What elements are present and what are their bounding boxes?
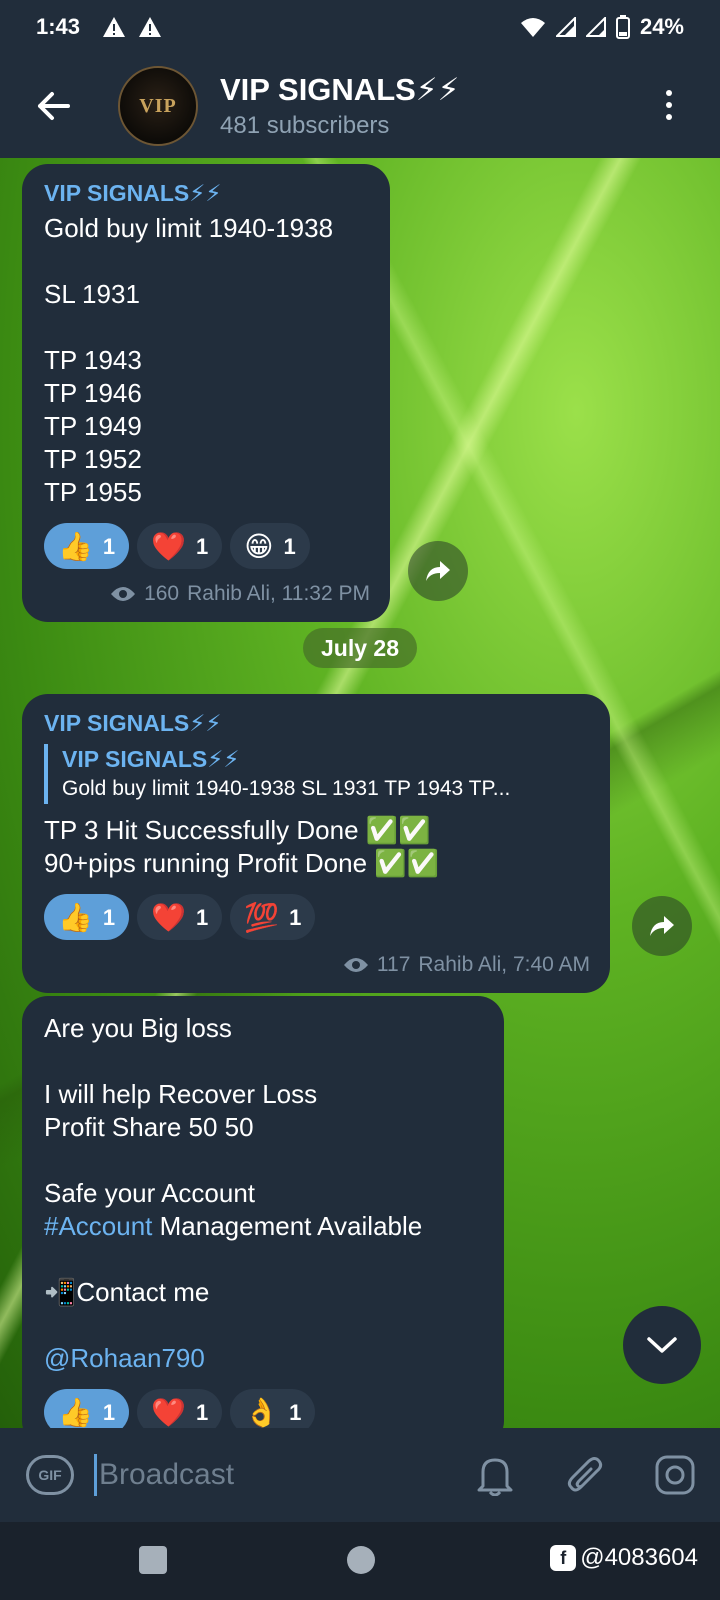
message-input[interactable]: Broadcast	[99, 1458, 234, 1492]
message-footer: Rahib Ali, 11:32 PM	[187, 582, 370, 605]
share-button[interactable]	[408, 541, 468, 601]
chat-area[interactable]: VIP SIGNALS⚡⚡ Gold buy limit 1940-1938 S…	[0, 158, 720, 1428]
message-line: Profit Share 50 50	[44, 1112, 254, 1142]
message-sender: VIP SIGNALS⚡⚡	[44, 710, 222, 736]
share-arrow-icon	[650, 916, 674, 936]
recents-button[interactable]	[139, 1546, 167, 1574]
message-line: I will help Recover Loss	[44, 1079, 318, 1109]
message-line: Safe your Account	[44, 1178, 256, 1208]
signal-icon	[555, 17, 576, 37]
quote-sender: VIP SIGNALS⚡⚡	[62, 746, 240, 772]
reaction-ok-hand[interactable]: 👌 1	[230, 1389, 316, 1428]
status-bar: 1:43 24%	[0, 0, 720, 54]
signal-icon	[585, 17, 606, 37]
message-text: Gold buy limit 1940-1938 SL 1931 TP 1943…	[44, 213, 334, 507]
view-count: 160	[144, 582, 180, 605]
facebook-icon: f	[550, 1545, 577, 1571]
message-footer: Rahib Ali, 7:40 AM	[418, 953, 590, 976]
bell-icon	[477, 1458, 513, 1496]
reaction-thumbs-up[interactable]: 👍 1	[44, 1389, 130, 1428]
message-line: 📲Contact me	[44, 1277, 210, 1307]
reactions: 👍 1 ❤️ 1 😁 1	[44, 523, 370, 569]
gif-icon[interactable]: GIF	[26, 1455, 74, 1495]
watermark: f @4083604	[550, 1544, 698, 1572]
reaction-heart[interactable]: ❤️ 1	[137, 894, 223, 940]
avatar-logo: VIP	[139, 94, 177, 117]
chat-header: VIP VIP SIGNALS⚡⚡ 481 subscribers	[0, 54, 720, 158]
message-bubble[interactable]: VIP SIGNALS⚡⚡ VIP SIGNALS⚡⚡ Gold buy lim…	[22, 694, 610, 993]
share-button[interactable]	[632, 896, 692, 956]
back-button[interactable]	[18, 71, 88, 141]
message-meta: 117 Rahib Ali, 7:40 AM	[44, 948, 590, 981]
eye-icon	[111, 586, 136, 601]
reaction-grin[interactable]: 😁 1	[230, 523, 310, 569]
chevron-down-icon	[647, 1337, 677, 1353]
warning-icon	[139, 17, 162, 37]
mute-button[interactable]	[470, 1450, 520, 1500]
home-button[interactable]	[347, 1546, 375, 1574]
eye-icon	[343, 957, 368, 972]
back-arrow-icon	[38, 92, 70, 120]
scroll-down-button[interactable]	[623, 1306, 701, 1384]
message-line: Are you Big loss	[44, 1013, 232, 1043]
warning-icons	[102, 16, 162, 38]
reaction-thumbs-up[interactable]: 👍 1	[44, 894, 130, 940]
reactions: 👍 1 ❤️ 1 💯 1	[44, 894, 590, 940]
hashtag-link[interactable]: #Account	[44, 1211, 152, 1241]
reaction-thumbs-up[interactable]: 👍 1	[44, 523, 130, 569]
camera-button[interactable]	[650, 1450, 700, 1500]
message-sender: VIP SIGNALS⚡⚡	[44, 180, 222, 206]
status-time: 1:43	[36, 14, 81, 39]
message-line: #Account Management Available	[44, 1211, 423, 1241]
camera-icon	[655, 1455, 695, 1495]
message-meta: 160 Rahib Ali, 11:32 PM	[44, 577, 370, 610]
reaction-heart[interactable]: ❤️ 1	[137, 1389, 223, 1428]
channel-info[interactable]: VIP SIGNALS⚡⚡ 481 subscribers	[220, 72, 459, 140]
attach-button[interactable]	[560, 1450, 610, 1500]
battery-level: 24%	[639, 14, 684, 39]
reaction-heart[interactable]: ❤️ 1	[137, 523, 223, 569]
message-bubble[interactable]: VIP SIGNALS⚡⚡ Gold buy limit 1940-1938 S…	[22, 164, 390, 622]
channel-title: VIP SIGNALS⚡⚡	[220, 72, 460, 107]
paperclip-icon	[567, 1457, 603, 1492]
reaction-hundred[interactable]: 💯 1	[230, 894, 316, 940]
input-bar: GIF Broadcast	[0, 1428, 720, 1522]
reply-quote[interactable]: VIP SIGNALS⚡⚡ Gold buy limit 1940-1938 S…	[44, 744, 590, 804]
text-caret	[94, 1454, 97, 1496]
message-text: TP 3 Hit Successfully Done ✅✅ 90+pips ru…	[44, 815, 440, 878]
battery-icon	[615, 15, 630, 39]
system-nav-bar: f @4083604	[0, 1522, 720, 1600]
more-vert-icon[interactable]	[664, 90, 674, 120]
message-bubble[interactable]: Are you Big loss I will help Recover Los…	[22, 996, 504, 1428]
share-arrow-icon	[426, 561, 450, 581]
subscriber-count: 481 subscribers	[220, 112, 390, 139]
mention-link[interactable]: @Rohaan790	[44, 1342, 484, 1375]
date-separator: July 28	[303, 628, 417, 668]
quote-text: Gold buy limit 1940-1938 SL 1931 TP 1943…	[62, 777, 511, 800]
view-count: 117	[376, 953, 411, 976]
wifi-icon	[520, 18, 545, 37]
channel-avatar[interactable]: VIP	[118, 66, 198, 146]
watermark-text: @4083604	[580, 1544, 698, 1571]
warning-icon	[103, 17, 126, 37]
reactions: 👍 1 ❤️ 1 👌 1	[44, 1389, 484, 1428]
